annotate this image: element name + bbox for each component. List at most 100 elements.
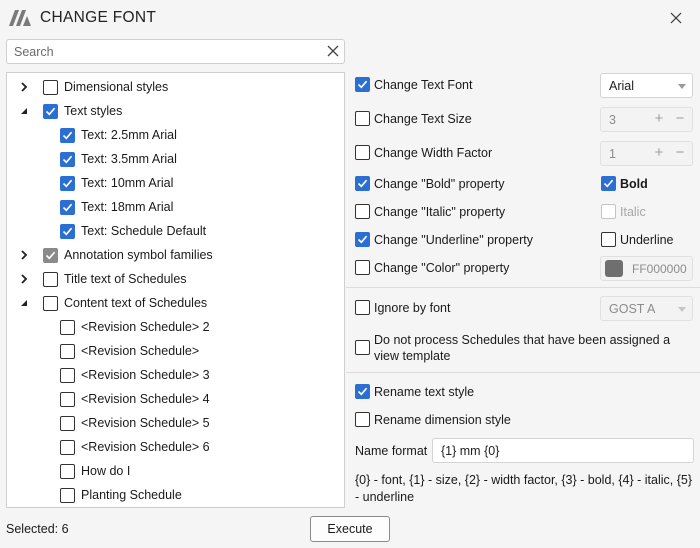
tree-item-checkbox[interactable] [60,440,75,455]
name-format-field[interactable] [432,438,694,463]
change-size-label: Change Text Size [374,112,472,126]
tree-row[interactable]: <Revision Schedule> 4 [7,388,344,410]
tree-item-label: Text: Schedule Default [81,224,207,238]
color-value: FF000000 [632,262,687,276]
tree-item-checkbox[interactable] [60,224,75,239]
tree-item-checkbox[interactable] [43,104,58,119]
plus-icon[interactable]: + [652,145,666,160]
tree-item-label: Text: 2.5mm Arial [81,128,177,142]
tree-item-checkbox[interactable] [60,200,75,215]
tree-row[interactable]: <Revision Schedule> 5 [7,412,344,434]
change-font-checkbox[interactable] [355,77,370,92]
tree-item-label: <Revision Schedule> [81,344,200,358]
tree-item-label: Text: 18mm Arial [81,200,174,214]
minus-icon[interactable]: − [673,145,687,160]
tree-item-checkbox[interactable] [60,416,75,431]
tree-item-checkbox[interactable] [60,368,75,383]
tree-item-checkbox[interactable] [60,152,75,167]
tree-item-label: Text styles [64,104,123,118]
close-icon [670,12,682,24]
ignore-font-dropdown[interactable]: GOST A [600,296,693,321]
italic-value-label: Italic [620,205,646,219]
color-property-label: Change "Color" property [374,261,510,275]
name-format-label: Name format [355,444,428,458]
rename-text-checkbox[interactable] [355,384,370,399]
tree-item-checkbox[interactable] [43,296,58,311]
bold-value-label: Bold [620,177,648,191]
tree-row[interactable]: Dimensional styles [7,76,344,98]
bold-property-label: Change "Bold" property [374,177,505,191]
close-button[interactable] [666,8,686,28]
tree-row[interactable]: Planting Schedule [7,484,344,506]
tree-item-checkbox[interactable] [60,488,75,503]
tree-item-checkbox[interactable] [43,248,58,263]
chevron-down-icon [678,307,686,312]
tree-item-checkbox[interactable] [60,344,75,359]
tree-row[interactable]: Text: 18mm Arial [7,196,344,218]
italic-value-checkbox[interactable] [601,204,616,219]
tree-row[interactable]: Text styles [7,100,344,122]
tree-item-label: Planting Schedule [81,488,182,502]
rename-dimension-label: Rename dimension style [374,413,511,427]
tree-item-label: <Revision Schedule> 3 [81,368,210,382]
change-font-window: CHANGE FONT Dimensional styles Text style… [0,0,700,548]
clear-search-icon[interactable] [326,44,340,58]
italic-property-checkbox[interactable] [355,204,370,219]
minus-icon[interactable]: − [673,111,687,126]
change-size-checkbox[interactable] [355,111,370,126]
tree-item-checkbox[interactable] [43,80,58,95]
chevron-right-icon[interactable] [17,80,31,94]
tree-row[interactable]: How do I [7,460,344,482]
color-property-checkbox[interactable] [355,260,370,275]
style-tree: Dimensional styles Text styles Text: 2.5mm… [6,72,345,508]
expanded-arrow-icon[interactable] [17,104,31,118]
width-stepper[interactable]: 1 + − [600,141,693,166]
tree-item-checkbox[interactable] [60,176,75,191]
chevron-right-icon[interactable] [17,272,31,286]
tree-row[interactable]: <Revision Schedule> 6 [7,436,344,458]
change-width-label: Change Width Factor [374,146,493,160]
name-format-input[interactable] [433,439,693,462]
search-box [6,39,345,64]
tree-row[interactable]: Annotation symbol families [7,244,344,266]
underline-property-checkbox[interactable] [355,232,370,247]
chevron-right-icon[interactable] [17,248,31,262]
font-dropdown-value: Arial [609,79,635,93]
rename-dimension-checkbox[interactable] [355,412,370,427]
section-divider [346,372,700,373]
bold-value-checkbox[interactable] [601,176,616,191]
tree-item-checkbox[interactable] [60,128,75,143]
tree-item-label: <Revision Schedule> 5 [81,416,210,430]
tree-row[interactable]: Title text of Schedules [7,268,344,290]
size-stepper-value: 3 [609,113,616,127]
tree-row[interactable]: Content text of Schedules [7,292,344,314]
plus-icon[interactable]: + [652,111,666,126]
tree-row[interactable]: <Revision Schedule> [7,340,344,362]
size-stepper[interactable]: 3 + − [600,107,693,132]
font-dropdown[interactable]: Arial [600,73,693,98]
tree-item-label: How do I [81,464,131,478]
no-template-checkbox[interactable] [355,340,370,355]
bold-property-checkbox[interactable] [355,176,370,191]
change-font-label: Change Text Font [374,78,473,92]
tree-row[interactable]: Text: 10mm Arial [7,172,344,194]
search-input[interactable] [7,40,317,63]
tree-item-label: <Revision Schedule> 2 [81,320,210,334]
tree-item-checkbox[interactable] [43,272,58,287]
tree-row[interactable]: <Revision Schedule> 2 [7,316,344,338]
tree-row[interactable]: Text: Schedule Default [7,220,344,242]
tree-item-checkbox[interactable] [60,320,75,335]
ignore-font-checkbox[interactable] [355,300,370,315]
section-divider [346,287,700,288]
tree-item-label: <Revision Schedule> 4 [81,392,210,406]
execute-button[interactable]: Execute [310,516,390,542]
change-width-checkbox[interactable] [355,145,370,160]
tree-item-checkbox[interactable] [60,392,75,407]
color-picker[interactable]: FF000000 [600,256,693,281]
expanded-arrow-icon[interactable] [17,296,31,310]
tree-row[interactable]: <Revision Schedule> 3 [7,364,344,386]
tree-row[interactable]: Text: 2.5mm Arial [7,124,344,146]
tree-row[interactable]: Text: 3.5mm Arial [7,148,344,170]
tree-item-checkbox[interactable] [60,464,75,479]
underline-value-checkbox[interactable] [601,232,616,247]
